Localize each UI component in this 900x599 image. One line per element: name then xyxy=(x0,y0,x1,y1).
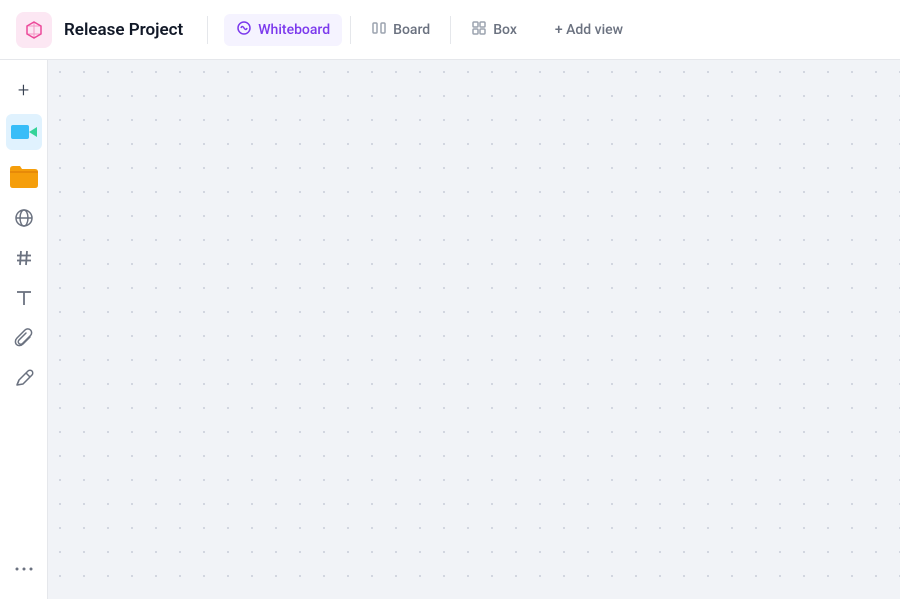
add-view-button[interactable]: + Add view xyxy=(545,16,633,44)
header-divider xyxy=(207,16,208,44)
box-tab-icon xyxy=(471,20,487,36)
sidebar-hash-button[interactable] xyxy=(6,240,42,276)
tab-whiteboard[interactable]: Whiteboard xyxy=(224,14,342,46)
project-title: Release Project xyxy=(64,20,183,40)
tab-board[interactable]: Board xyxy=(359,14,442,46)
hash-icon xyxy=(14,248,34,268)
sidebar-media-video[interactable] xyxy=(6,114,42,150)
whiteboard-icon xyxy=(236,20,252,40)
sidebar-globe-button[interactable] xyxy=(6,200,42,236)
whiteboard-tab-icon xyxy=(236,20,252,36)
board-tab-icon xyxy=(371,20,387,36)
main-layout: + xyxy=(0,60,900,599)
cube-icon xyxy=(24,20,44,40)
whiteboard-tab-label: Whiteboard xyxy=(258,22,330,38)
board-tab-label: Board xyxy=(393,22,430,38)
sidebar: + xyxy=(0,60,48,599)
sidebar-text-button[interactable] xyxy=(6,280,42,316)
tab-divider-1 xyxy=(350,16,351,44)
sidebar-attach-button[interactable] xyxy=(6,320,42,356)
more-icon xyxy=(14,566,34,572)
sidebar-draw-button[interactable] xyxy=(6,360,42,396)
folder-preview-icon xyxy=(7,159,41,193)
tab-box[interactable]: Box xyxy=(459,14,529,46)
draw-icon xyxy=(14,368,34,388)
nav-tabs: Whiteboard Board xyxy=(224,14,529,46)
sidebar-add-button[interactable]: + xyxy=(6,72,42,108)
board-icon xyxy=(371,20,387,40)
add-view-label: + Add view xyxy=(555,22,623,38)
whiteboard-canvas[interactable] xyxy=(48,60,900,599)
sidebar-media-folder[interactable] xyxy=(6,158,42,194)
paperclip-icon xyxy=(14,328,34,348)
box-tab-label: Box xyxy=(493,22,517,38)
box-icon xyxy=(471,20,487,40)
plus-icon: + xyxy=(18,78,29,102)
project-icon xyxy=(16,12,52,48)
video-preview-icon xyxy=(9,117,39,147)
header: Release Project Whiteboard Board xyxy=(0,0,900,60)
tab-divider-2 xyxy=(450,16,451,44)
text-icon xyxy=(14,288,34,308)
globe-icon xyxy=(14,208,34,228)
sidebar-more-button[interactable] xyxy=(6,551,42,587)
